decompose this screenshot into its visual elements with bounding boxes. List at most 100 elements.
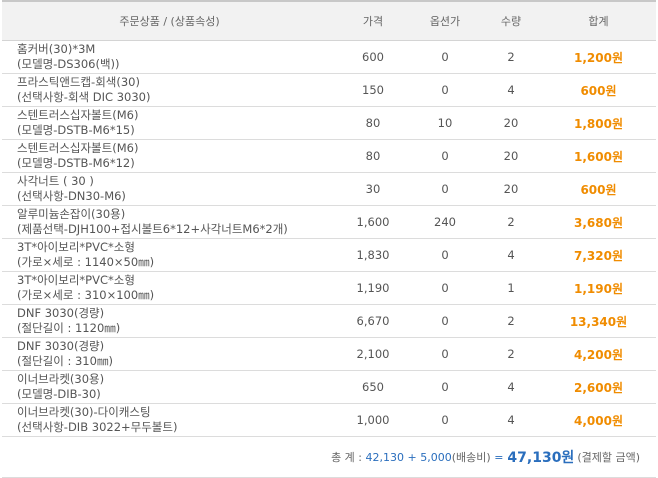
quantity-cell: 20 bbox=[481, 172, 541, 206]
price-cell: 1,600 bbox=[337, 205, 409, 239]
product-name: 스텐트러스십자볼트(M6) bbox=[17, 141, 139, 155]
header-option-price: 옵션가 bbox=[409, 0, 481, 41]
grand-total-label: (결제할 금액) bbox=[577, 451, 640, 464]
price-cell: 30 bbox=[337, 172, 409, 206]
quantity-cell: 4 bbox=[481, 238, 541, 272]
price-cell: 80 bbox=[337, 139, 409, 173]
summary-label: 총 계 : bbox=[331, 451, 363, 464]
option-price-cell: 0 bbox=[409, 403, 481, 437]
table-row: 사각너트 ( 30 ) (선택사항-DN30-M6) 30 0 20 600원 bbox=[2, 172, 656, 206]
table-row: DNF 3030(경량) (절단길이 : 310㎜) 2,100 0 2 4,2… bbox=[2, 337, 656, 371]
price-cell: 1,190 bbox=[337, 271, 409, 305]
quantity-cell: 20 bbox=[481, 106, 541, 140]
quantity-cell: 2 bbox=[481, 337, 541, 371]
table-row: 3T*아이보리*PVC*소형 (가로×세로 : 310×100㎜) 1,190 … bbox=[2, 271, 656, 305]
header-total: 합계 bbox=[541, 0, 656, 41]
product-option: (가로×세로 : 310×100㎜) bbox=[17, 288, 155, 302]
product-cell: 알루미늄손잡이(30용) (제품선택-DJH100+접시볼트6*12+사각너트M… bbox=[2, 205, 337, 239]
product-name: 프라스틱앤드캡-회색(30) bbox=[17, 75, 140, 89]
product-name: DNF 3030(경량) bbox=[17, 339, 105, 353]
product-name: 홈커버(30)*3M bbox=[17, 42, 96, 56]
option-price-cell: 10 bbox=[409, 106, 481, 140]
price-cell: 150 bbox=[337, 73, 409, 107]
product-name: 스텐트러스십자볼트(M6) bbox=[17, 108, 139, 122]
shipping-label: (배송비) bbox=[451, 451, 491, 464]
product-option: (모델명-DIB-30) bbox=[17, 387, 101, 401]
quantity-cell: 2 bbox=[481, 304, 541, 338]
header-product: 주문상품 / (상품속성) bbox=[2, 0, 337, 41]
product-cell: 스텐트러스십자볼트(M6) (모델명-DSTB-M6*15) bbox=[2, 106, 337, 140]
product-cell: 이너브라켓(30용) (모델명-DIB-30) bbox=[2, 370, 337, 404]
table-row: 프라스틱앤드캡-회색(30) (선택사항-회색 DIC 3030) 150 0 … bbox=[2, 73, 656, 107]
product-name: DNF 3030(경량) bbox=[17, 306, 105, 320]
product-option: (가로×세로 : 1140×50㎜) bbox=[17, 255, 155, 269]
table-row: 이너브라켓(30용) (모델명-DIB-30) 650 0 4 2,600원 bbox=[2, 370, 656, 404]
option-price-cell: 0 bbox=[409, 139, 481, 173]
product-name: 3T*아이보리*PVC*소형 bbox=[17, 273, 135, 287]
table-header-row: 주문상품 / (상품속성) 가격 옵션가 수량 합계 bbox=[2, 0, 656, 41]
product-cell: 프라스틱앤드캡-회색(30) (선택사항-회색 DIC 3030) bbox=[2, 73, 337, 107]
option-price-cell: 0 bbox=[409, 337, 481, 371]
product-cell: 스텐트러스십자볼트(M6) (모델명-DSTB-M6*12) bbox=[2, 139, 337, 173]
option-price-cell: 0 bbox=[409, 370, 481, 404]
header-price: 가격 bbox=[337, 0, 409, 41]
option-price-cell: 0 bbox=[409, 73, 481, 107]
quantity-cell: 4 bbox=[481, 370, 541, 404]
row-total-cell: 4,200원 bbox=[541, 337, 656, 371]
product-name: 사각너트 ( 30 ) bbox=[17, 174, 94, 188]
price-cell: 2,100 bbox=[337, 337, 409, 371]
row-total-cell: 1,800원 bbox=[541, 106, 656, 140]
shipping-amount: 5,000 bbox=[420, 450, 452, 464]
grand-total-amount: 47,130원 bbox=[507, 450, 575, 466]
product-cell: 3T*아이보리*PVC*소형 (가로×세로 : 310×100㎜) bbox=[2, 271, 337, 305]
product-cell: 3T*아이보리*PVC*소형 (가로×세로 : 1140×50㎜) bbox=[2, 238, 337, 272]
product-name: 이너브라켓(30)-다이캐스팅 bbox=[17, 405, 151, 419]
table-row: 이너브라켓(30)-다이캐스팅 (선택사항-DIB 3022+무두볼트) 1,0… bbox=[2, 403, 656, 437]
quantity-cell: 4 bbox=[481, 73, 541, 107]
product-name: 알루미늄손잡이(30용) bbox=[17, 207, 126, 221]
product-cell: DNF 3030(경량) (절단길이 : 310㎜) bbox=[2, 337, 337, 371]
product-option: (절단길이 : 310㎜) bbox=[17, 354, 113, 368]
quantity-cell: 1 bbox=[481, 271, 541, 305]
product-option: (선택사항-회색 DIC 3030) bbox=[17, 90, 151, 104]
subtotal-amount: 42,130 bbox=[365, 450, 405, 464]
row-total-cell: 13,340원 bbox=[541, 304, 656, 338]
price-cell: 80 bbox=[337, 106, 409, 140]
equals-sign: = bbox=[494, 450, 504, 464]
price-cell: 600 bbox=[337, 40, 409, 74]
row-total-cell: 4,000원 bbox=[541, 403, 656, 437]
row-total-cell: 2,600원 bbox=[541, 370, 656, 404]
order-table: 주문상품 / (상품속성) 가격 옵션가 수량 합계 홈커버(30)*3M (모… bbox=[2, 0, 656, 437]
option-price-cell: 0 bbox=[409, 238, 481, 272]
row-total-cell: 1,190원 bbox=[541, 271, 656, 305]
product-option: (모델명-DSTB-M6*15) bbox=[17, 123, 135, 137]
product-option: (모델명-DS306(백)) bbox=[17, 57, 120, 71]
order-total-summary: 총 계 : 42,130 + 5,000 (배송비) = 47,130원 (결제… bbox=[2, 437, 656, 478]
header-quantity: 수량 bbox=[481, 0, 541, 41]
row-total-cell: 7,320원 bbox=[541, 238, 656, 272]
table-row: 알루미늄손잡이(30용) (제품선택-DJH100+접시볼트6*12+사각너트M… bbox=[2, 205, 656, 239]
price-cell: 1,000 bbox=[337, 403, 409, 437]
product-name: 이너브라켓(30용) bbox=[17, 372, 105, 386]
row-total-cell: 600원 bbox=[541, 172, 656, 206]
option-price-cell: 0 bbox=[409, 172, 481, 206]
quantity-cell: 4 bbox=[481, 403, 541, 437]
quantity-cell: 2 bbox=[481, 40, 541, 74]
row-total-cell: 3,680원 bbox=[541, 205, 656, 239]
price-cell: 1,830 bbox=[337, 238, 409, 272]
order-summary: 주문상품 / (상품속성) 가격 옵션가 수량 합계 홈커버(30)*3M (모… bbox=[2, 0, 656, 478]
product-option: (절단길이 : 1120㎜) bbox=[17, 321, 121, 335]
table-row: 홈커버(30)*3M (모델명-DS306(백)) 600 0 2 1,200원 bbox=[2, 40, 656, 74]
product-cell: DNF 3030(경량) (절단길이 : 1120㎜) bbox=[2, 304, 337, 338]
product-cell: 사각너트 ( 30 ) (선택사항-DN30-M6) bbox=[2, 172, 337, 206]
product-option: (제품선택-DJH100+접시볼트6*12+사각너트M6*2개) bbox=[17, 222, 288, 236]
quantity-cell: 20 bbox=[481, 139, 541, 173]
quantity-cell: 2 bbox=[481, 205, 541, 239]
price-cell: 650 bbox=[337, 370, 409, 404]
product-option: (모델명-DSTB-M6*12) bbox=[17, 156, 135, 170]
product-cell: 홈커버(30)*3M (모델명-DS306(백)) bbox=[2, 40, 337, 74]
price-cell: 6,670 bbox=[337, 304, 409, 338]
option-price-cell: 240 bbox=[409, 205, 481, 239]
table-row: 스텐트러스십자볼트(M6) (모델명-DSTB-M6*15) 80 10 20 … bbox=[2, 106, 656, 140]
product-option: (선택사항-DIB 3022+무두볼트) bbox=[17, 420, 178, 434]
